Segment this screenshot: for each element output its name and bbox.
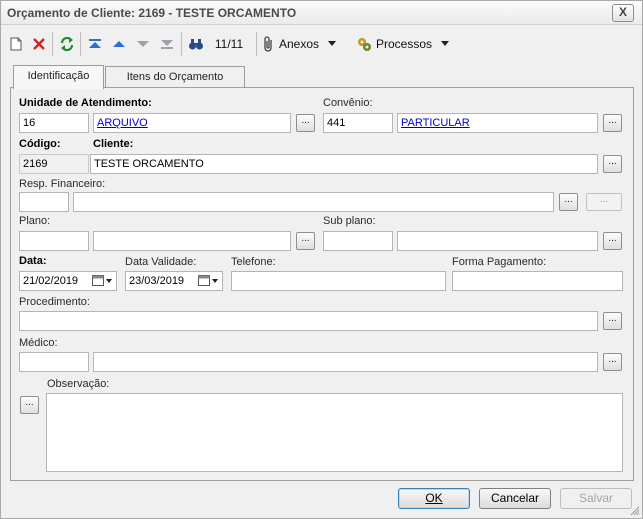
close-button[interactable]: X [612, 4, 634, 22]
telefone-field[interactable] [231, 271, 446, 291]
first-record-icon[interactable] [85, 33, 105, 55]
procedimento-field[interactable] [19, 311, 598, 331]
dropdown-arrow-icon [441, 41, 450, 46]
new-document-icon[interactable] [7, 33, 25, 55]
unidade-name-link[interactable]: ARQUIVO [93, 113, 291, 133]
plano-code-field[interactable] [19, 231, 89, 251]
calendar-icon [198, 275, 218, 286]
resp-financeiro-code-field[interactable] [19, 192, 69, 212]
plano-lookup-button[interactable]: ... [296, 232, 315, 250]
save-button: Salvar [560, 488, 632, 509]
tab-identificacao[interactable]: Identificação [13, 65, 104, 89]
cancel-button[interactable]: Cancelar [479, 488, 551, 509]
previous-record-icon[interactable] [109, 33, 129, 55]
subplano-label: Sub plano: [323, 215, 376, 227]
window-title: Orçamento de Cliente: 2169 - TESTE ORCAM… [7, 6, 297, 20]
toolbar-separator [80, 32, 81, 56]
title-bar: Orçamento de Cliente: 2169 - TESTE ORCAM… [1, 1, 642, 25]
subplano-lookup-button[interactable]: ... [603, 232, 622, 250]
observacao-textarea[interactable] [46, 393, 623, 472]
codigo-label: Código: [19, 138, 61, 150]
resp-financeiro-lookup-button[interactable]: ... [559, 193, 578, 211]
dropdown-arrow-icon [328, 41, 337, 46]
convenio-name-link[interactable]: PARTICULAR [397, 113, 598, 133]
toolbar-separator [52, 32, 53, 56]
resp-financeiro-label: Resp. Financeiro: [19, 178, 106, 190]
ok-button-label: OK [425, 491, 443, 505]
resp-financeiro-extra-button[interactable]: ... [586, 193, 622, 211]
processes-label: Processos [376, 37, 433, 51]
cliente-lookup-button[interactable]: ... [603, 155, 622, 173]
record-counter: 11/11 [214, 37, 244, 51]
data-label: Data: [19, 255, 47, 267]
convenio-lookup-button[interactable]: ... [603, 114, 622, 132]
delete-icon[interactable] [29, 33, 49, 55]
ok-button[interactable]: OK [398, 488, 470, 509]
toolbar-separator [256, 32, 257, 56]
telefone-label: Telefone: [231, 256, 276, 268]
convenio-label: Convênio: [323, 97, 373, 109]
codigo-field: 2169 [19, 154, 89, 174]
save-button-label: Salvar [578, 491, 613, 505]
unidade-label: Unidade de Atendimento: [19, 97, 152, 109]
plano-label: Plano: [19, 215, 51, 227]
unidade-lookup-button[interactable]: ... [296, 114, 315, 132]
next-record-icon[interactable] [133, 33, 153, 55]
observacao-label: Observação: [47, 378, 110, 390]
data-validade-label: Data Validade: [125, 256, 197, 268]
toolbar-separator [181, 32, 182, 56]
paperclip-icon [264, 36, 272, 52]
last-record-icon[interactable] [157, 33, 177, 55]
refresh-icon[interactable] [57, 33, 77, 55]
procedimento-lookup-button[interactable]: ... [603, 312, 622, 330]
plano-name-field[interactable] [93, 231, 291, 251]
unidade-code-field[interactable]: 16 [19, 113, 89, 133]
cliente-field[interactable]: TESTE ORCAMENTO [90, 154, 598, 174]
observacao-expand-button[interactable]: ... [20, 396, 39, 414]
forma-pagamento-field[interactable] [452, 271, 623, 291]
attachments-label: Anexos [279, 37, 320, 51]
subplano-name-field[interactable] [397, 231, 598, 251]
attachments-menu[interactable]: Anexos [263, 33, 353, 55]
tab-itens-orcamento[interactable]: Itens do Orçamento [105, 66, 245, 88]
calendar-icon [92, 275, 112, 286]
medico-lookup-button[interactable]: ... [603, 353, 622, 371]
cancel-button-label: Cancelar [490, 491, 540, 505]
toolbar: 11/11 Anexos Processos [1, 29, 642, 59]
resp-financeiro-name-field[interactable] [73, 192, 554, 212]
data-value: 21/02/2019 [23, 275, 79, 287]
medico-name-field[interactable] [93, 352, 598, 372]
data-validade-value: 23/03/2019 [129, 275, 185, 287]
search-binoculars-icon[interactable] [186, 33, 206, 55]
procedimento-label: Procedimento: [19, 296, 90, 308]
convenio-code-field[interactable]: 441 [323, 113, 393, 133]
dialog-window: Orçamento de Cliente: 2169 - TESTE ORCAM… [0, 0, 643, 519]
data-calendar-button[interactable] [90, 272, 114, 290]
medico-code-field[interactable] [19, 352, 89, 372]
resize-grip-icon[interactable] [630, 506, 640, 516]
forma-pagamento-label: Forma Pagamento: [452, 256, 547, 268]
medico-label: Médico: [19, 337, 58, 349]
processes-menu[interactable]: Processos [356, 33, 456, 55]
subplano-code-field[interactable] [323, 231, 393, 251]
data-validade-calendar-button[interactable] [196, 272, 220, 290]
cliente-label: Cliente: [93, 138, 134, 150]
gears-icon [358, 38, 371, 51]
